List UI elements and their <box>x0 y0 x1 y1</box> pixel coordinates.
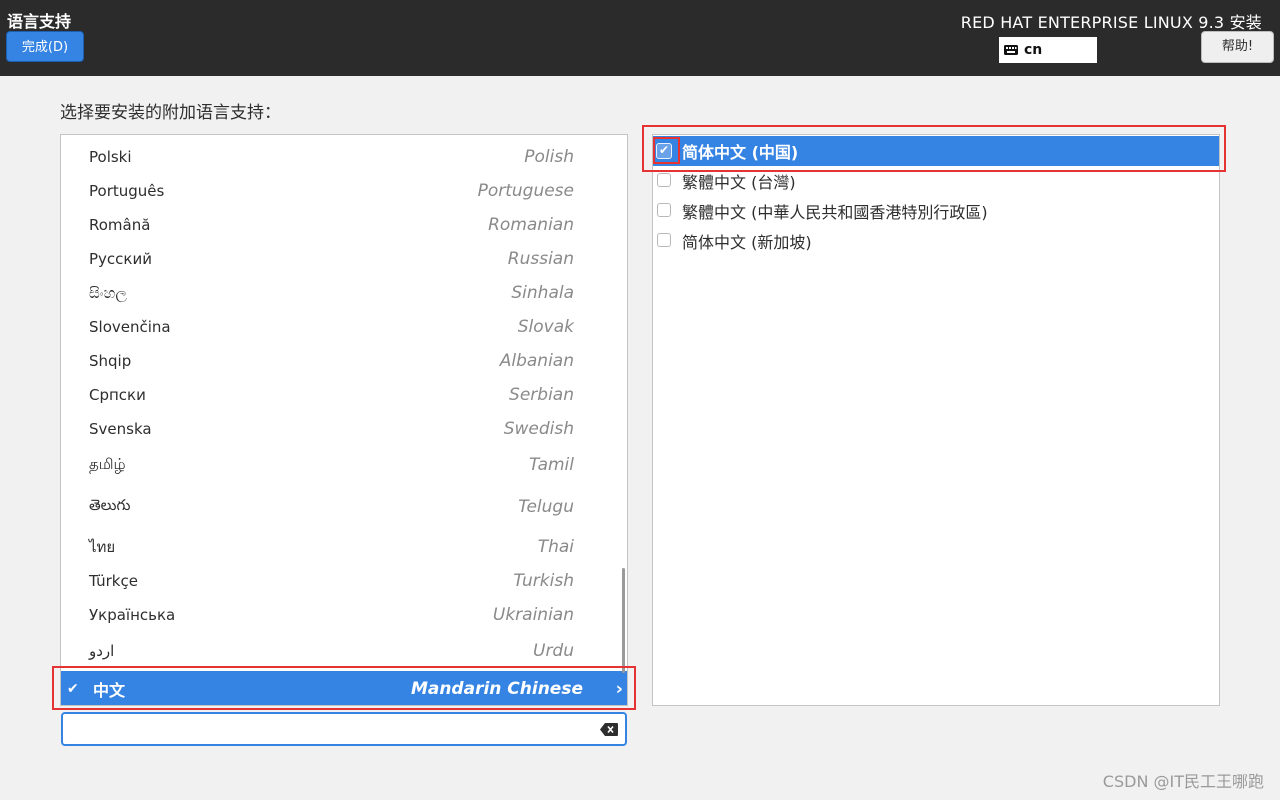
language-row-russian[interactable]: Русский Russian <box>61 242 627 276</box>
language-search-input[interactable] <box>69 717 593 743</box>
language-english-name: Ukrainian <box>492 605 574 625</box>
locale-label: 繁體中文 (台灣) <box>682 173 796 192</box>
product-title: RED HAT ENTERPRISE LINUX 9.3 安装 <box>960 13 1262 32</box>
top-bar: 语言支持 完成(D) RED HAT ENTERPRISE LINUX 9.3 … <box>0 0 1280 76</box>
locale-list[interactable]: ✔ 简体中文 (中国) 繁體中文 (台灣) 繁體中文 (中華人民共和國香港特別行… <box>652 134 1220 706</box>
language-english-name: Sinhala <box>511 283 574 303</box>
language-english-name: Serbian <box>509 385 574 405</box>
check-icon: ✔ <box>67 681 79 697</box>
keyboard-layout-label: cn <box>1024 42 1043 58</box>
language-english-name: Romanian <box>488 215 574 235</box>
language-english-name: Urdu <box>533 641 574 661</box>
language-english-name: Portuguese <box>477 181 574 201</box>
language-row-thai[interactable]: ไทย Thai <box>61 530 627 564</box>
locale-label: 繁體中文 (中華人民共和國香港特別行政區) <box>682 203 988 222</box>
locale-row-zh-sg[interactable]: 简体中文 (新加坡) <box>653 226 1219 256</box>
locale-row-zh-tw[interactable]: 繁體中文 (台灣) <box>653 166 1219 196</box>
language-list[interactable]: Polski Polish Português Portuguese Român… <box>60 134 628 706</box>
language-row-turkish[interactable]: Türkçe Turkish <box>61 564 627 598</box>
locale-checkbox[interactable] <box>657 173 671 187</box>
language-english-name: Tamil <box>528 455 574 475</box>
done-button[interactable]: 完成(D) <box>6 31 84 62</box>
language-row-polish[interactable]: Polski Polish <box>61 140 627 174</box>
language-row-tamil[interactable]: தமிழ் Tamil <box>61 448 627 482</box>
language-native-name: اردو <box>89 642 115 660</box>
language-native-name: Türkçe <box>89 572 138 590</box>
language-row-sinhala[interactable]: සිංහල Sinhala <box>61 276 627 310</box>
language-native-name: Slovenčina <box>89 318 171 336</box>
keyboard-layout-indicator[interactable]: cn <box>999 37 1097 63</box>
language-english-name: Polish <box>524 147 574 167</box>
screen-title: 语言支持 <box>7 12 72 31</box>
keyboard-icon <box>1004 45 1018 55</box>
language-native-name: 中文 <box>93 681 126 700</box>
language-native-name: සිංහල <box>89 284 127 302</box>
locale-row-zh-cn[interactable]: ✔ 简体中文 (中国) <box>653 136 1219 166</box>
watermark: CSDN @IT民工王哪跑 <box>1102 772 1264 791</box>
check-icon: ✔ <box>659 143 670 157</box>
language-row-urdu[interactable]: اردو Urdu <box>61 634 627 668</box>
language-english-name: Russian <box>507 249 574 269</box>
language-native-name: Polski <box>89 148 132 166</box>
language-native-name: தமிழ் <box>89 455 126 473</box>
language-row-albanian[interactable]: Shqip Albanian <box>61 344 627 378</box>
language-prompt: 选择要安装的附加语言支持： <box>60 103 281 123</box>
locale-checkbox[interactable] <box>657 203 671 217</box>
language-english-name: Turkish <box>513 571 574 591</box>
language-native-name: Svenska <box>89 420 152 438</box>
locale-label: 简体中文 (中国) <box>682 143 799 162</box>
language-list-scrollbar[interactable] <box>622 568 625 673</box>
locale-label: 简体中文 (新加坡) <box>682 233 812 252</box>
clear-search-icon[interactable] <box>600 723 618 736</box>
language-row-telugu[interactable]: తెలుగు Telugu <box>61 490 627 524</box>
language-english-name: Telugu <box>518 497 574 517</box>
language-english-name: Slovak <box>517 317 574 337</box>
language-native-name: Српски <box>89 386 146 404</box>
locale-checkbox[interactable]: ✔ <box>656 143 672 159</box>
language-row-romanian[interactable]: Română Romanian <box>61 208 627 242</box>
language-english-name: Thai <box>537 537 574 557</box>
language-native-name: Українська <box>89 606 176 624</box>
language-english-name: Mandarin Chinese <box>410 679 583 699</box>
language-native-name: Română <box>89 216 151 234</box>
language-native-name: Shqip <box>89 352 132 370</box>
language-native-name: తెలుగు <box>89 496 131 514</box>
locale-row-zh-hk[interactable]: 繁體中文 (中華人民共和國香港特別行政區) <box>653 196 1219 226</box>
language-native-name: Русский <box>89 250 152 268</box>
language-search-box[interactable] <box>61 712 627 746</box>
language-row-slovak[interactable]: Slovenčina Slovak <box>61 310 627 344</box>
language-row-ukrainian[interactable]: Українська Ukrainian <box>61 598 627 632</box>
language-english-name: Albanian <box>499 351 574 371</box>
language-row-serbian[interactable]: Српски Serbian <box>61 378 627 412</box>
language-row-portuguese[interactable]: Português Portuguese <box>61 174 627 208</box>
language-row-swedish[interactable]: Svenska Swedish <box>61 412 627 446</box>
language-row-mandarin-chinese[interactable]: ✔ 中文 Mandarin Chinese › <box>61 671 627 705</box>
help-button[interactable]: 帮助! <box>1201 31 1274 63</box>
language-native-name: ไทย <box>89 538 116 556</box>
language-native-name: Português <box>89 182 165 200</box>
locale-checkbox[interactable] <box>657 233 671 247</box>
chevron-right-icon: › <box>615 678 623 700</box>
language-english-name: Swedish <box>503 419 574 439</box>
